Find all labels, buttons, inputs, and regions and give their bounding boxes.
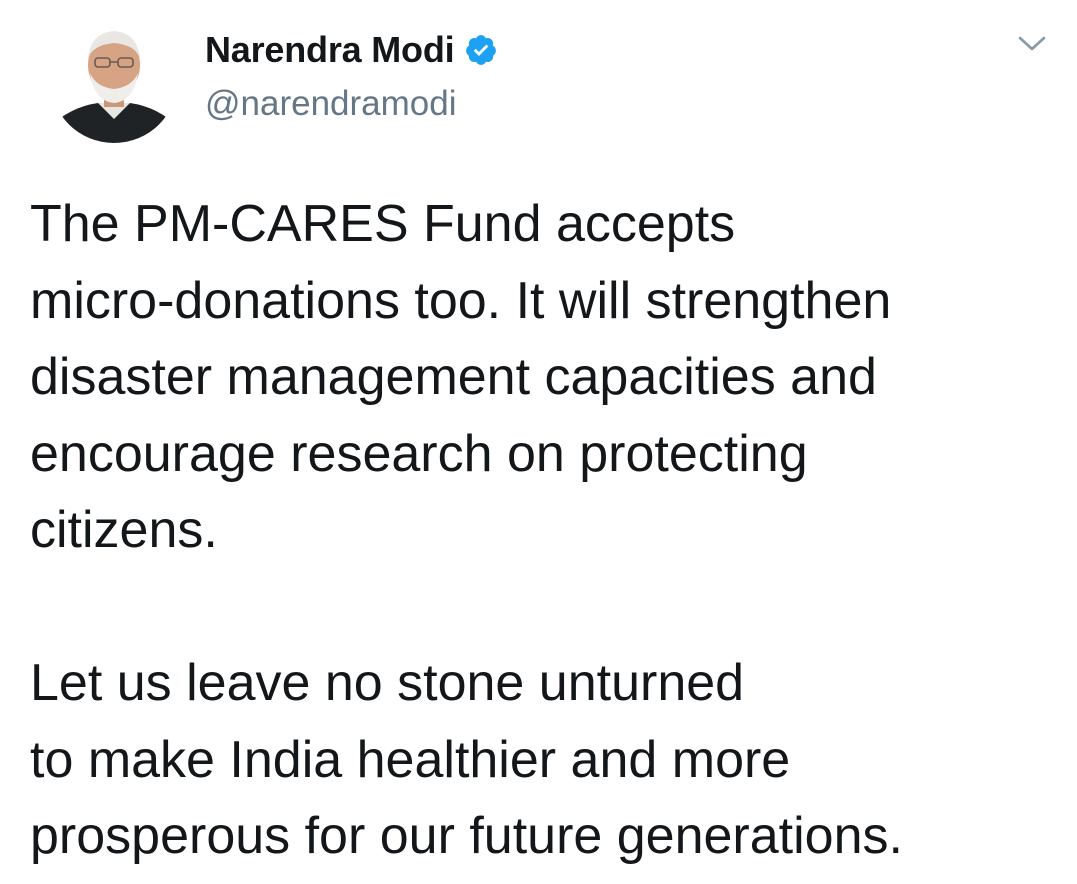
tweet-card: Narendra Modi @narendramodi The PM-CARES…: [0, 0, 1077, 884]
author-display-name[interactable]: Narendra Modi: [205, 29, 455, 71]
paragraph-break: [30, 569, 1070, 646]
author-name-row: Narendra Modi: [205, 24, 498, 76]
avatar[interactable]: [50, 15, 178, 143]
tweet-text-line: Let us leave no stone unturned: [30, 654, 745, 712]
tweet-text-line: citizens.: [30, 501, 218, 559]
tweet-text-line: prosperous for our future generations.: [30, 807, 903, 865]
tweet-text-line: to make India healthier and more: [30, 730, 791, 789]
tweet-body: The PM-CARES Fund accepts micro-donation…: [30, 186, 1070, 875]
tweet-text-line: The PM-CARES Fund accepts: [30, 195, 736, 253]
tweet-text-line: disaster management capacities and: [30, 348, 877, 406]
avatar-image: [50, 15, 178, 143]
tweet-menu-button[interactable]: [1010, 22, 1054, 66]
verified-badge-icon: [464, 33, 498, 67]
chevron-down-icon: [1018, 36, 1046, 51]
author-handle[interactable]: @narendramodi: [205, 84, 457, 124]
tweet-text-line: encourage research on protecting: [30, 424, 808, 483]
tweet-text-line: micro-donations too. It will strengthen: [30, 271, 892, 330]
